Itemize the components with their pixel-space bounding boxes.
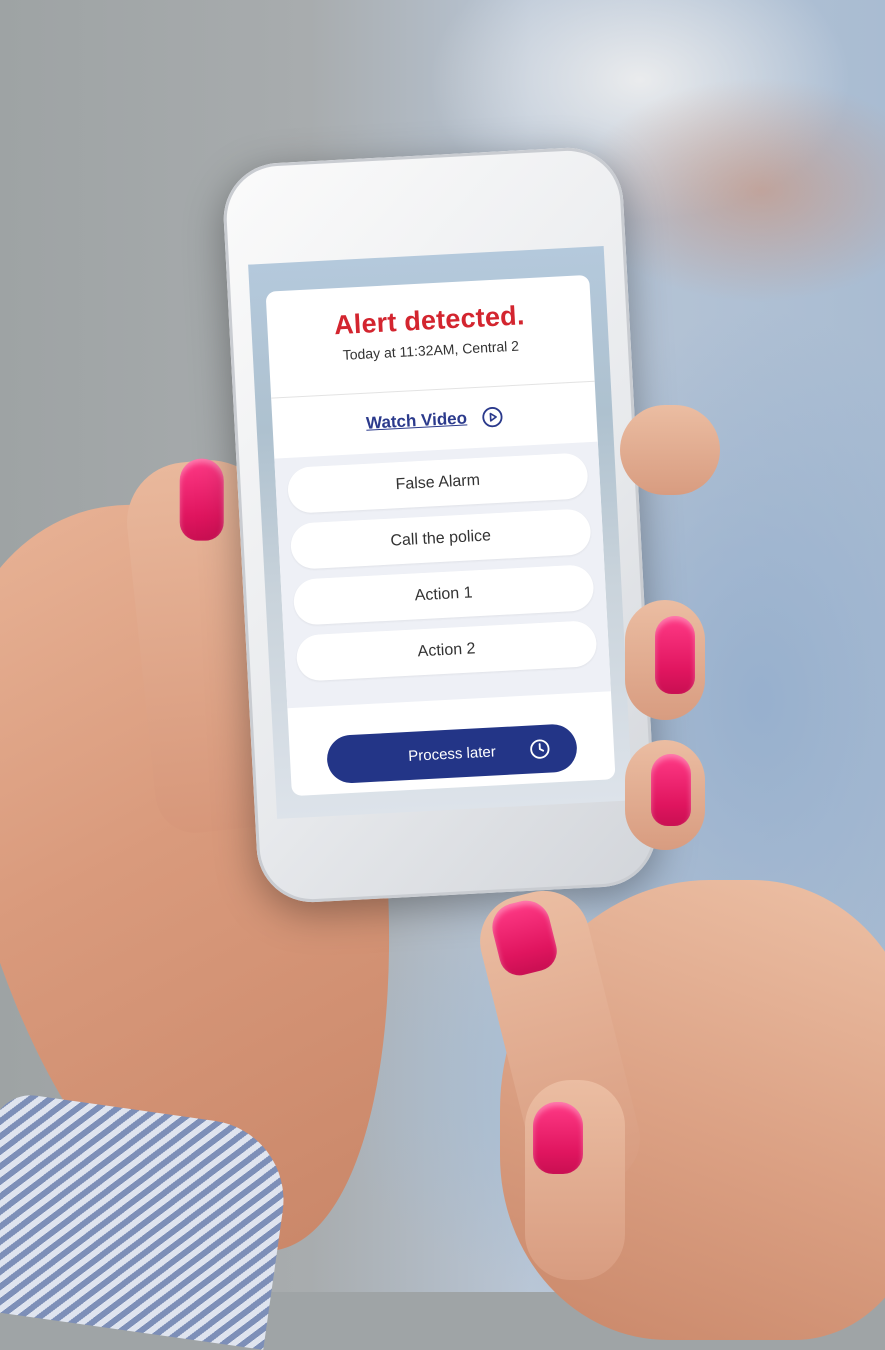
middle-fingernail <box>533 1102 583 1174</box>
play-circle-icon[interactable] <box>480 406 503 429</box>
footer-area: Process later <box>287 691 615 796</box>
call-police-button[interactable]: Call the police <box>289 508 592 570</box>
alert-header: Alert detected. Today at 11:32AM, Centra… <box>265 274 595 399</box>
fingernail <box>655 616 695 694</box>
finger <box>625 600 705 720</box>
index-fingernail <box>487 895 562 980</box>
phone-screen: Alert detected. Today at 11:32AM, Centra… <box>248 246 633 819</box>
action-list: False Alarm Call the police Action 1 Act… <box>274 441 611 709</box>
false-alarm-button[interactable]: False Alarm <box>286 452 589 514</box>
middle-finger <box>525 1080 625 1280</box>
action-1-button[interactable]: Action 1 <box>292 564 595 626</box>
process-later-button[interactable]: Process later <box>325 723 579 785</box>
finger <box>620 405 720 495</box>
fingernail <box>651 754 691 826</box>
alert-card: Alert detected. Today at 11:32AM, Centra… <box>265 274 616 797</box>
action-2-button[interactable]: Action 2 <box>295 620 598 682</box>
smartphone: Alert detected. Today at 11:32AM, Centra… <box>220 145 660 905</box>
thumb-nail <box>179 458 224 541</box>
finger <box>625 740 705 850</box>
watch-video-link[interactable]: Watch Video <box>366 408 468 433</box>
process-later-label: Process later <box>407 742 497 765</box>
clock-icon <box>530 739 550 759</box>
